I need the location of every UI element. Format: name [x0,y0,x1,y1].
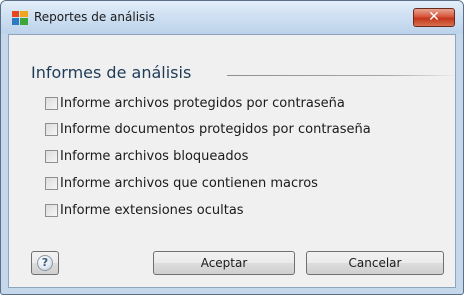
option-password-protected-documents[interactable]: Informe documentos protegidos por contra… [45,121,371,137]
close-icon: ✕ [428,9,440,25]
window-title: Reportes de análisis [34,10,155,24]
option-label: Informe documentos protegidos por contra… [60,121,371,137]
title-bar[interactable]: Reportes de análisis ✕ [1,1,463,34]
checkbox[interactable] [45,122,58,136]
checkbox[interactable] [45,149,58,163]
checkbox[interactable] [45,96,58,110]
help-icon: ? [37,255,53,271]
checkbox[interactable] [45,203,58,217]
ok-button[interactable]: Aceptar [153,251,295,275]
option-label: Informe archivos bloqueados [60,148,249,164]
option-label: Informe archivos protegidos por contrase… [60,95,345,111]
option-label: Informe extensiones ocultas [60,202,244,218]
option-label: Informe archivos que contienen macros [60,175,318,191]
heading-divider [227,75,457,76]
cancel-button[interactable]: Cancelar [306,251,444,275]
option-hidden-extensions[interactable]: Informe extensiones ocultas [45,202,244,218]
help-button[interactable]: ? [31,251,59,275]
dialog-window: Reportes de análisis ✕ Informes de análi… [0,0,464,295]
option-password-protected-files[interactable]: Informe archivos protegidos por contrase… [45,95,345,111]
section-heading: Informes de análisis [31,63,192,82]
option-files-with-macros[interactable]: Informe archivos que contienen macros [45,175,318,191]
close-button[interactable]: ✕ [413,8,455,27]
checkbox[interactable] [45,176,58,190]
app-icon [12,11,28,25]
option-locked-files[interactable]: Informe archivos bloqueados [45,148,248,164]
